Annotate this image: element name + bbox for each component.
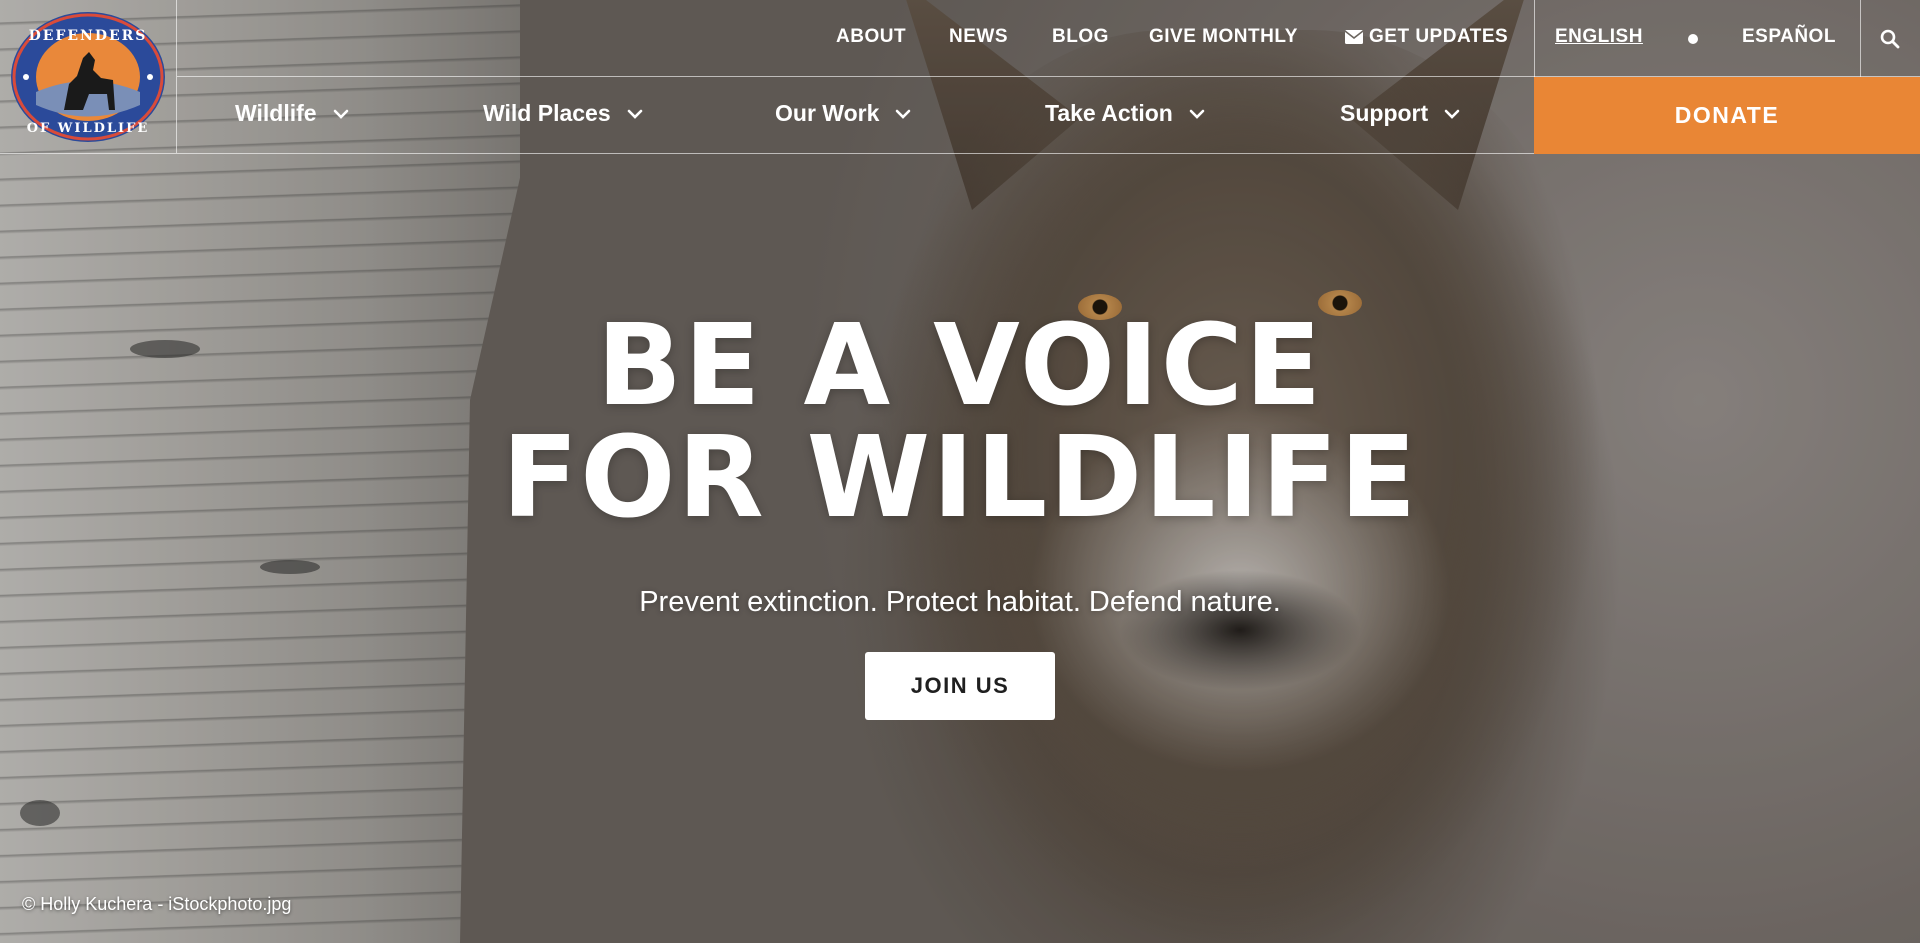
chevron-down-icon (333, 109, 348, 119)
nav-give-monthly[interactable]: GIVE MONTHLY (1149, 26, 1298, 48)
logo-link[interactable]: DEFENDERS OF WILDLIFE (0, 0, 177, 154)
hero-title-line-1: BE A VOICE (596, 301, 1324, 431)
nav-our-work-label: Our Work (775, 100, 880, 126)
chevron-down-icon (627, 109, 642, 119)
hero-subtitle: Prevent extinction. Protect habitat. Def… (639, 586, 1281, 618)
photo-credit: © Holly Kuchera - iStockphoto.jpg (22, 894, 292, 914)
hero-title: BE A VOICE FOR WILDLIFE (0, 310, 1920, 534)
nav-wild-places[interactable]: Wild Places (483, 100, 643, 127)
logo-bottom-text: OF WILDLIFE (27, 121, 150, 136)
hero-title-line-2: FOR WILDLIFE (501, 413, 1419, 543)
main-nav: Wildlife Wild Places Our Work Take Actio… (177, 77, 1534, 154)
envelope-icon (1345, 30, 1363, 44)
nav-news[interactable]: NEWS (949, 26, 1008, 48)
lang-english[interactable]: ENGLISH (1555, 26, 1643, 48)
logo-top-text: DEFENDERS (29, 28, 148, 44)
get-updates-label: GET UPDATES (1369, 26, 1509, 47)
chevron-down-icon (896, 109, 911, 119)
nav-blog[interactable]: BLOG (1052, 26, 1109, 48)
nav-wildlife[interactable]: Wildlife (235, 100, 349, 127)
nav-about[interactable]: ABOUT (836, 26, 906, 48)
chevron-down-icon (1189, 109, 1205, 119)
search-button[interactable] (1860, 0, 1920, 77)
utility-nav: ABOUT NEWS BLOG GIVE MONTHLY GET UPDATES… (177, 0, 1920, 77)
nav-get-updates[interactable]: GET UPDATES (1345, 26, 1508, 48)
nav-our-work[interactable]: Our Work (775, 100, 911, 127)
nav-wildlife-label: Wildlife (235, 100, 317, 126)
lang-separator-dot (1688, 34, 1698, 44)
lang-espanol[interactable]: ESPAÑOL (1742, 26, 1836, 48)
nav-support[interactable]: Support (1340, 100, 1460, 127)
nav-support-label: Support (1340, 100, 1429, 126)
defenders-logo: DEFENDERS OF WILDLIFE (11, 11, 165, 142)
donate-button[interactable]: DONATE (1534, 77, 1920, 154)
search-icon (1880, 29, 1900, 48)
join-us-button[interactable]: JOIN US (865, 652, 1055, 720)
nav-take-action-label: Take Action (1045, 100, 1173, 126)
site-header: DEFENDERS OF WILDLIFE ABOUT NEWS BLOG GI… (0, 0, 1920, 154)
divider (1534, 0, 1535, 77)
chevron-down-icon (1444, 109, 1460, 119)
nav-wild-places-label: Wild Places (483, 100, 611, 126)
nav-take-action[interactable]: Take Action (1045, 100, 1205, 127)
